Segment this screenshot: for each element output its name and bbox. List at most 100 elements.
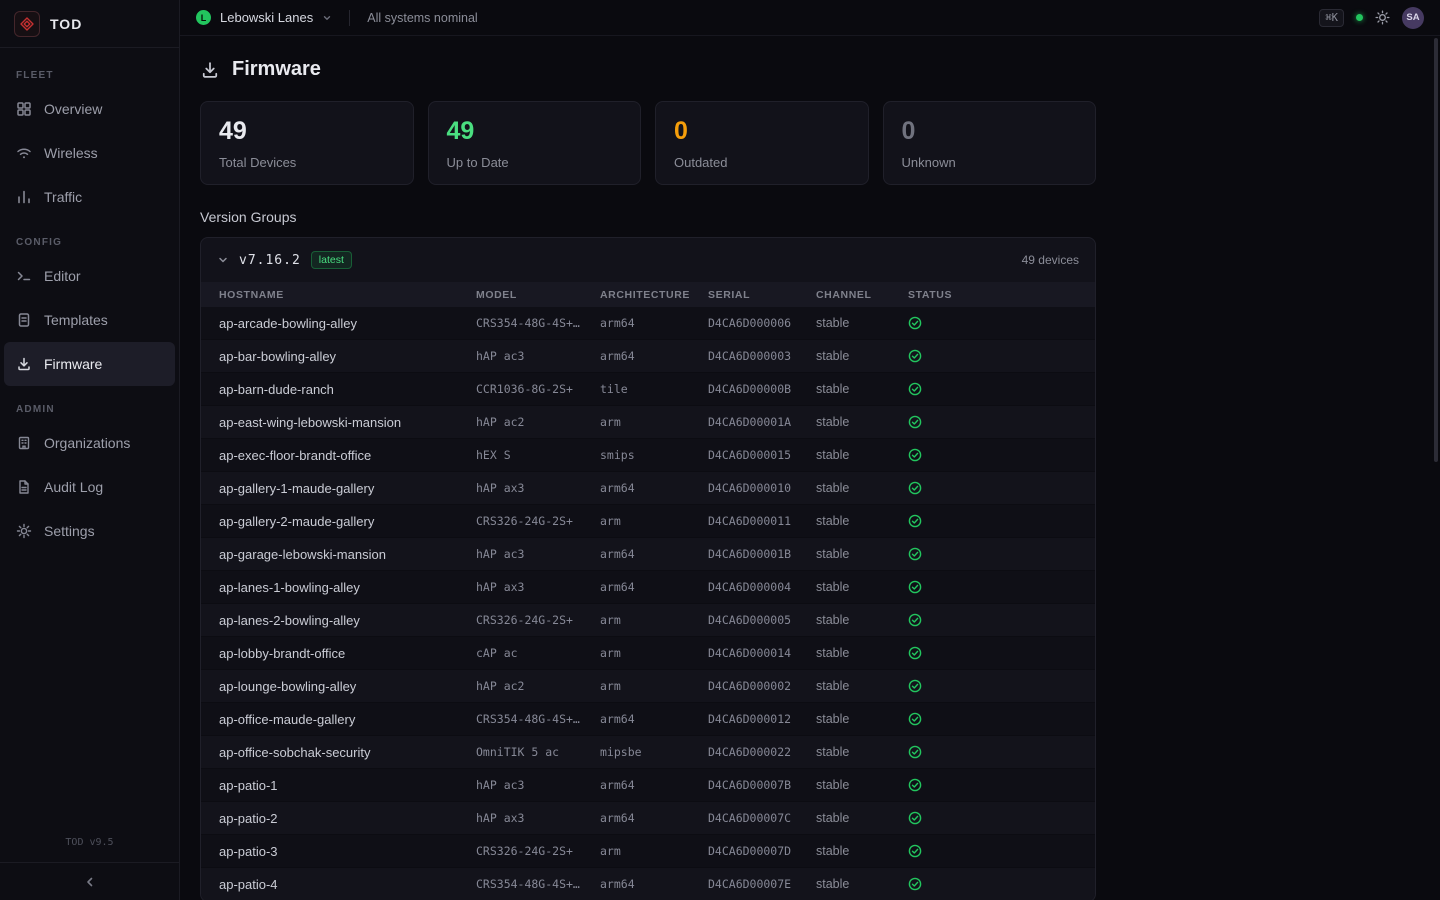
sidebar-item-label: Organizations bbox=[44, 435, 130, 451]
channel-cell: stable bbox=[816, 745, 908, 759]
hostname-cell: ap-garage-lebowski-mansion bbox=[219, 547, 476, 562]
nav-section-config: CONFIG bbox=[0, 219, 179, 254]
table-row[interactable]: ap-office-sobchak-security OmniTIK 5 ac … bbox=[201, 736, 1095, 769]
architecture-cell: arm64 bbox=[600, 547, 708, 561]
channel-cell: stable bbox=[816, 679, 908, 693]
chevron-down-icon[interactable] bbox=[217, 254, 229, 266]
status-cell bbox=[908, 811, 1077, 825]
channel-cell: stable bbox=[816, 382, 908, 396]
sidebar-item-settings[interactable]: Settings bbox=[4, 509, 175, 553]
model-cell: CRS326-24G-2S+ bbox=[476, 613, 600, 627]
stat-value: 0 bbox=[674, 117, 850, 146]
channel-cell: stable bbox=[816, 580, 908, 594]
hostname-cell: ap-bar-bowling-alley bbox=[219, 349, 476, 364]
table-row[interactable]: ap-east-wing-lebowski-mansion hAP ac2 ar… bbox=[201, 406, 1095, 439]
table-row[interactable]: ap-lobby-brandt-office cAP ac arm D4CA6D… bbox=[201, 637, 1095, 670]
table-row[interactable]: ap-office-maude-gallery CRS354-48G-4S+… … bbox=[201, 703, 1095, 736]
table-row[interactable]: ap-lanes-1-bowling-alley hAP ax3 arm64 D… bbox=[201, 571, 1095, 604]
table-row[interactable]: ap-patio-2 hAP ax3 arm64 D4CA6D00007C st… bbox=[201, 802, 1095, 835]
serial-cell: D4CA6D00007C bbox=[708, 811, 816, 825]
sidebar-item-firmware[interactable]: Firmware bbox=[4, 342, 175, 386]
serial-cell: D4CA6D000005 bbox=[708, 613, 816, 627]
status-ok-icon bbox=[908, 316, 922, 330]
status-cell bbox=[908, 415, 1077, 429]
table-row[interactable]: ap-patio-1 hAP ac3 arm64 D4CA6D00007B st… bbox=[201, 769, 1095, 802]
sidebar-item-traffic[interactable]: Traffic bbox=[4, 175, 175, 219]
channel-cell: stable bbox=[816, 349, 908, 363]
serial-cell: D4CA6D000015 bbox=[708, 448, 816, 462]
table-row[interactable]: ap-gallery-2-maude-gallery CRS326-24G-2S… bbox=[201, 505, 1095, 538]
serial-cell: D4CA6D00007D bbox=[708, 844, 816, 858]
nav-section-admin: ADMIN bbox=[0, 386, 179, 421]
table-row[interactable]: ap-patio-4 CRS354-48G-4S+… arm64 D4CA6D0… bbox=[201, 868, 1095, 900]
user-avatar[interactable]: SA bbox=[1402, 7, 1424, 29]
status-dot bbox=[1356, 14, 1363, 21]
table-row[interactable]: ap-lanes-2-bowling-alley CRS326-24G-2S+ … bbox=[201, 604, 1095, 637]
column-header-architecture: ARCHITECTURE bbox=[600, 289, 708, 301]
table-row[interactable]: ap-exec-floor-brandt-office hEX S smips … bbox=[201, 439, 1095, 472]
chevron-down-icon[interactable] bbox=[322, 13, 332, 23]
sidebar-item-organizations[interactable]: Organizations bbox=[4, 421, 175, 465]
serial-cell: D4CA6D000002 bbox=[708, 679, 816, 693]
architecture-cell: arm bbox=[600, 415, 708, 429]
stat-value: 0 bbox=[902, 117, 1078, 146]
command-palette-shortcut[interactable]: ⌘K bbox=[1319, 9, 1344, 27]
sidebar-item-templates[interactable]: Templates bbox=[4, 298, 175, 342]
theme-toggle-icon[interactable] bbox=[1375, 10, 1390, 25]
architecture-cell: arm64 bbox=[600, 316, 708, 330]
status-cell bbox=[908, 778, 1077, 792]
table-row[interactable]: ap-barn-dude-ranch CCR1036-8G-2S+ tile D… bbox=[201, 373, 1095, 406]
device-count: 49 devices bbox=[1022, 253, 1079, 267]
version-group-header[interactable]: v7.16.2 latest 49 devices bbox=[201, 238, 1095, 282]
table-row[interactable]: ap-lounge-bowling-alley hAP ac2 arm D4CA… bbox=[201, 670, 1095, 703]
channel-cell: stable bbox=[816, 877, 908, 891]
status-cell bbox=[908, 745, 1077, 759]
sidebar-collapse-button[interactable] bbox=[0, 862, 179, 900]
vertical-scrollbar[interactable] bbox=[1434, 38, 1438, 462]
hostname-cell: ap-east-wing-lebowski-mansion bbox=[219, 415, 476, 430]
status-cell bbox=[908, 844, 1077, 858]
table-row[interactable]: ap-garage-lebowski-mansion hAP ac3 arm64… bbox=[201, 538, 1095, 571]
model-cell: CRS326-24G-2S+ bbox=[476, 514, 600, 528]
gear-icon bbox=[16, 523, 32, 539]
table-row[interactable]: ap-gallery-1-maude-gallery hAP ax3 arm64… bbox=[201, 472, 1095, 505]
page-header: Firmware bbox=[200, 58, 1096, 81]
status-ok-icon bbox=[908, 811, 922, 825]
sidebar-item-editor[interactable]: Editor bbox=[4, 254, 175, 298]
sidebar-item-audit-log[interactable]: Audit Log bbox=[4, 465, 175, 509]
status-ok-icon bbox=[908, 745, 922, 759]
topbar-right: ⌘K SA bbox=[1319, 7, 1424, 29]
status-cell bbox=[908, 679, 1077, 693]
stat-label: Outdated bbox=[674, 155, 850, 170]
main-area: L Lebowski Lanes All systems nominal ⌘K … bbox=[180, 0, 1440, 900]
column-header-hostname: HOSTNAME bbox=[219, 289, 476, 301]
model-cell: CRS354-48G-4S+… bbox=[476, 712, 600, 726]
sidebar-nav: FLEET Overview Wireless bbox=[0, 48, 179, 557]
download-icon bbox=[200, 60, 220, 80]
model-cell: hAP ax3 bbox=[476, 580, 600, 594]
table-row[interactable]: ap-bar-bowling-alley hAP ac3 arm64 D4CA6… bbox=[201, 340, 1095, 373]
channel-cell: stable bbox=[816, 481, 908, 495]
status-cell bbox=[908, 481, 1077, 495]
hostname-cell: ap-office-maude-gallery bbox=[219, 712, 476, 727]
table-row[interactable]: ap-patio-3 CRS326-24G-2S+ arm D4CA6D0000… bbox=[201, 835, 1095, 868]
serial-cell: D4CA6D000011 bbox=[708, 514, 816, 528]
status-cell bbox=[908, 712, 1077, 726]
serial-cell: D4CA6D000012 bbox=[708, 712, 816, 726]
model-cell: CRS354-48G-4S+… bbox=[476, 316, 600, 330]
sidebar-item-wireless[interactable]: Wireless bbox=[4, 131, 175, 175]
hostname-cell: ap-arcade-bowling-alley bbox=[219, 316, 476, 331]
status-cell bbox=[908, 382, 1077, 396]
architecture-cell: arm bbox=[600, 613, 708, 627]
document-icon bbox=[16, 479, 32, 495]
model-cell: OmniTIK 5 ac bbox=[476, 745, 600, 759]
sidebar-item-overview[interactable]: Overview bbox=[4, 87, 175, 131]
status-cell bbox=[908, 514, 1077, 528]
table-row[interactable]: ap-arcade-bowling-alley CRS354-48G-4S+… … bbox=[201, 307, 1095, 340]
channel-cell: stable bbox=[816, 316, 908, 330]
status-cell bbox=[908, 316, 1077, 330]
architecture-cell: arm64 bbox=[600, 811, 708, 825]
status-ok-icon bbox=[908, 844, 922, 858]
org-switcher[interactable]: Lebowski Lanes bbox=[220, 10, 313, 25]
serial-cell: D4CA6D00001B bbox=[708, 547, 816, 561]
